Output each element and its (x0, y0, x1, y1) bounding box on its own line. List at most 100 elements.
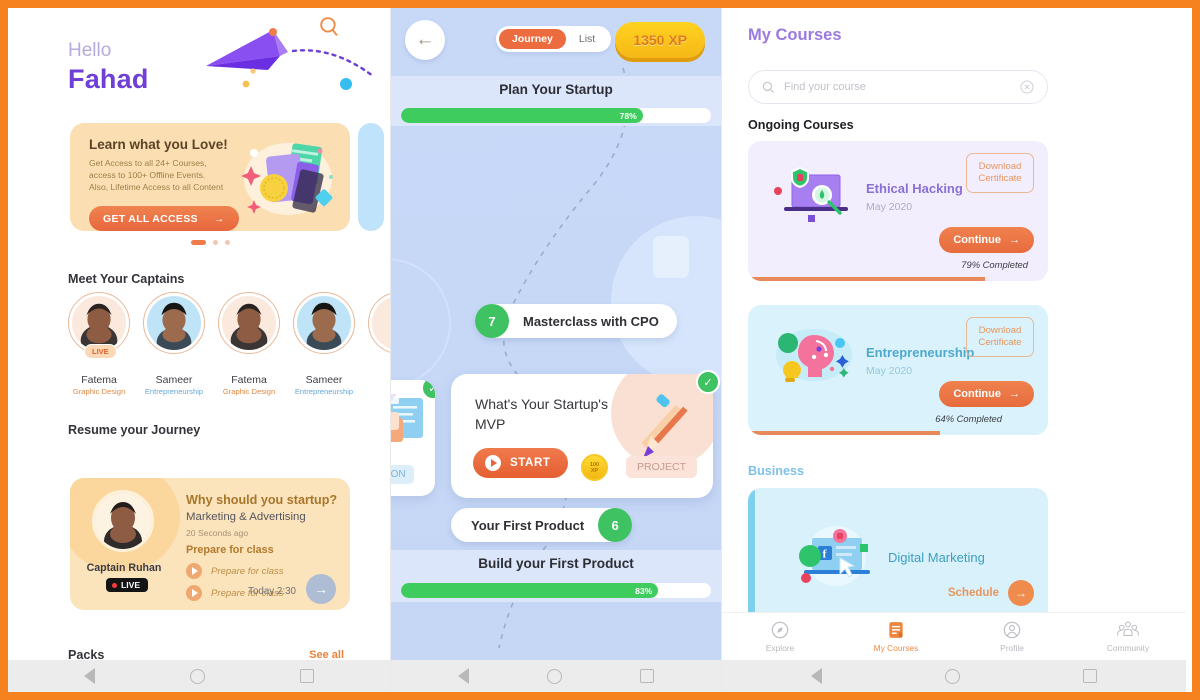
course-progress-bar (748, 431, 940, 435)
page-title: My Courses (748, 26, 842, 44)
continue-label: Continue (953, 388, 1001, 400)
android-home-icon[interactable] (189, 668, 205, 684)
tab-profile[interactable]: Profile (954, 613, 1070, 660)
course-completion-text: 79% Completed (961, 259, 1028, 270)
captains-list[interactable]: LIVE Fatema Graphic Design Sameer Entrep… (68, 292, 390, 396)
schedule-button[interactable]: Schedule → (948, 580, 1034, 606)
lesson-tag: LESSON (391, 465, 414, 484)
android-back-icon[interactable] (83, 668, 95, 684)
arrow-right-icon: → (1009, 234, 1020, 246)
play-icon[interactable] (186, 585, 202, 601)
xp-badge[interactable]: 1350 XP (615, 22, 705, 58)
tab-my-courses[interactable]: My Courses (838, 613, 954, 660)
captain-item[interactable]: Sameer Entrepreneurship (293, 292, 355, 396)
continue-button[interactable]: Continue → (939, 381, 1034, 407)
app-frame: Hello Fahad Learn what you Love! Get Acc… (0, 0, 1200, 700)
project-tag: PROJECT (625, 456, 697, 478)
start-button[interactable]: START (473, 448, 569, 478)
get-all-access-label: GET ALL ACCESS (103, 212, 198, 225)
resume-timestamp: 20 Seconds ago (186, 528, 249, 538)
system-navigation-bar (722, 660, 1186, 692)
carousel-dots[interactable] (70, 240, 350, 245)
lesson-card-peek[interactable]: LESSON ✓ (391, 380, 435, 496)
tab-community[interactable]: Community (1070, 613, 1186, 660)
arrow-right-icon[interactable]: → (306, 574, 336, 604)
promo-line-1: Get Access to all 24+ Courses, (89, 158, 207, 168)
carousel-dot-1[interactable] (190, 240, 206, 245)
promo-carousel[interactable]: Learn what you Love! Get Access to all 2… (70, 123, 384, 231)
android-home-icon[interactable] (944, 668, 960, 684)
journey-node-masterclass[interactable]: 7 Masterclass with CPO (475, 304, 677, 338)
captain-item[interactable]: LIVE Fatema Graphic Design (68, 292, 130, 396)
journey-node-label: Masterclass with CPO (523, 313, 659, 329)
promo-banner[interactable]: Learn what you Love! Get Access to all 2… (70, 123, 350, 231)
bottom-progress-fill: 83% (401, 583, 659, 598)
prepare-item[interactable]: Prepare for class (186, 563, 284, 579)
promo-banner-next-peek[interactable] (358, 123, 384, 231)
coin-unit: XP (590, 467, 599, 474)
back-button[interactable]: ← (405, 20, 445, 60)
xp-coin-badge: 100 XP (581, 454, 608, 481)
play-icon[interactable] (186, 563, 202, 579)
android-back-icon[interactable] (811, 668, 823, 684)
avatar (218, 292, 280, 354)
continue-button[interactable]: Continue → (939, 227, 1034, 253)
journey-map-area: ← Journey List 1350 XP Plan Your Startup… (391, 8, 721, 660)
carousel-dot-3[interactable] (224, 240, 230, 245)
avatar (143, 292, 205, 354)
captain-item[interactable]: Sameer Entrepreneurship (143, 292, 205, 396)
get-all-access-button[interactable]: GET ALL ACCESS → (89, 206, 239, 231)
promo-illustration (241, 143, 333, 215)
android-recents-icon[interactable] (1082, 669, 1097, 683)
mvp-task-card[interactable]: What's Your Startup's MVP START 100 XP P… (451, 374, 713, 498)
laptop-shield-icon (774, 167, 848, 222)
tab-list[interactable]: List (566, 29, 608, 49)
packs-heading: Packs (68, 648, 105, 660)
system-navigation-bar (8, 660, 390, 692)
view-mode-toggle[interactable]: Journey List (496, 26, 612, 52)
course-search-bar[interactable] (748, 70, 1048, 104)
greeting-label: Hello (68, 40, 112, 61)
captain-name: Sameer (305, 374, 343, 386)
continue-label: Continue (953, 234, 1001, 246)
journey-header: ← Journey List 1350 XP (391, 8, 721, 76)
tab-explore[interactable]: Explore (722, 613, 838, 660)
captain-name: Sameer (155, 374, 193, 386)
android-back-icon[interactable] (458, 668, 469, 684)
top-progress-fill: 78% (401, 108, 643, 123)
mvp-card-title: What's Your Startup's MVP (475, 396, 608, 432)
android-recents-icon[interactable] (300, 669, 315, 683)
promo-line-2: access to 100+ Offline Events. (89, 170, 206, 181)
course-card-entrepreneurship[interactable]: Entrepreneurship May 2020 Download Certi… (748, 305, 1048, 435)
course-card-ethical-hacking[interactable]: Ethical Hacking May 2020 Download Certif… (748, 141, 1048, 281)
search-input[interactable] (784, 81, 1010, 93)
paper-plane-decoration (206, 28, 375, 90)
android-recents-icon[interactable] (640, 669, 654, 683)
download-certificate-button[interactable]: Download Certificate (966, 153, 1034, 193)
carousel-dot-2[interactable] (212, 240, 218, 245)
captain-item-peek[interactable] (368, 292, 390, 396)
top-section-title: Plan Your Startup (499, 82, 613, 97)
captains-heading: Meet Your Captains (68, 272, 185, 286)
resume-category: Marketing & Advertising (186, 511, 306, 523)
course-card-digital-marketing[interactable]: f Digital Marketing Schedule → (748, 488, 1048, 628)
ongoing-courses-heading: Ongoing Courses (748, 118, 854, 132)
journey-node-first-product[interactable]: Your First Product 6 (451, 508, 633, 542)
avatar (293, 292, 355, 354)
resume-heading: Resume your Journey (68, 423, 201, 437)
bottom-tab-bar: Explore My Courses Profile Community (722, 612, 1186, 660)
live-badge: LIVE (84, 344, 117, 359)
download-certificate-button[interactable]: Download Certificate (966, 317, 1034, 357)
captain-name: Fatema (81, 374, 117, 386)
resume-journey-card[interactable]: Captain Ruhan LIVE Why should you startu… (70, 478, 350, 610)
clear-icon[interactable] (1019, 79, 1035, 95)
live-label: LIVE (121, 580, 141, 590)
captain-item[interactable]: Fatema Graphic Design (218, 292, 280, 396)
tab-journey[interactable]: Journey (499, 29, 566, 49)
android-home-icon[interactable] (547, 668, 562, 684)
laptop-social-icon: f (799, 526, 870, 586)
see-all-link[interactable]: See all (309, 649, 344, 660)
captain-role: Entrepreneurship (144, 387, 204, 396)
completed-check-icon: ✓ (696, 370, 720, 394)
my-courses-scroll-area: My Courses Ongoing Courses (722, 8, 1186, 660)
